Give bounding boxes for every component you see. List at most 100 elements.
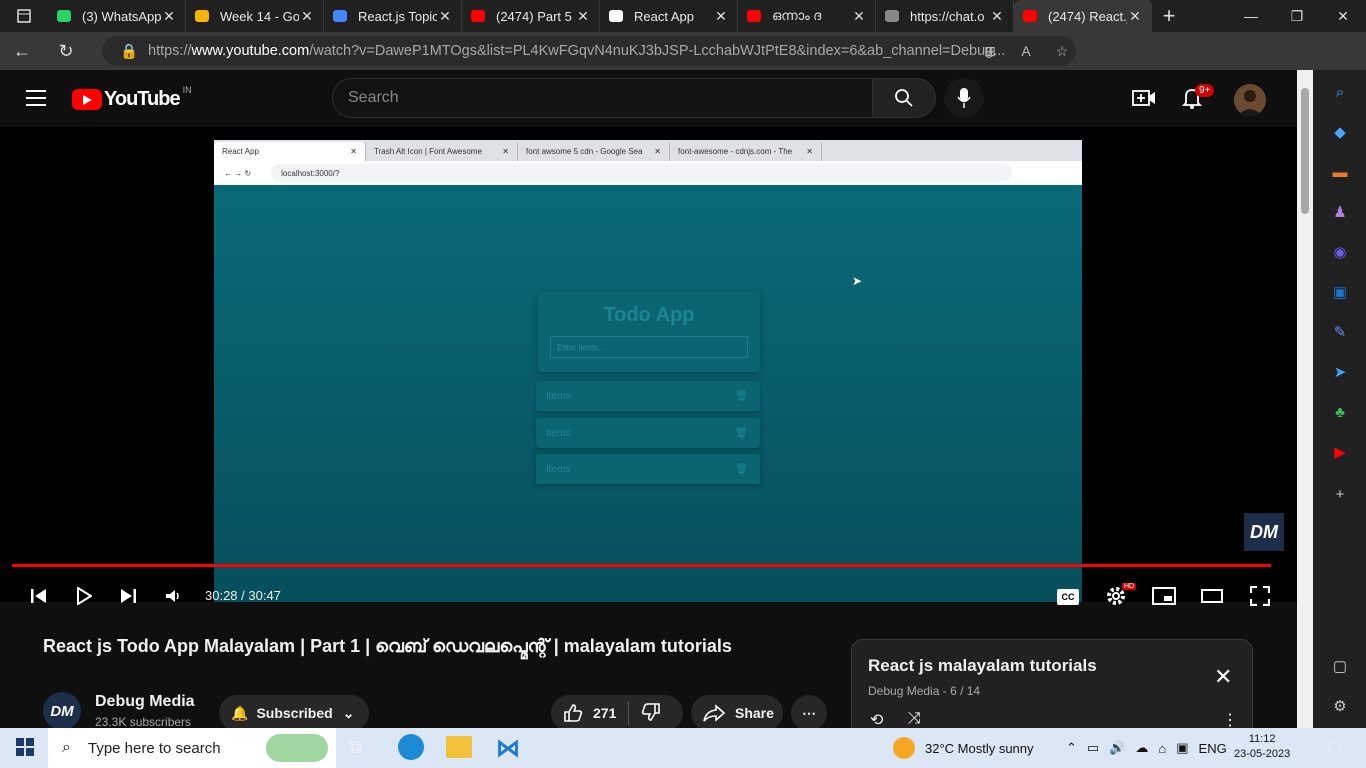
- page-scrollbar[interactable]: [1297, 70, 1313, 728]
- speaker-icon[interactable]: 🔊: [1109, 740, 1125, 756]
- close-tab-icon[interactable]: ✕: [575, 8, 591, 25]
- tools-icon[interactable]: ▬: [1330, 162, 1350, 182]
- new-tab-button[interactable]: +: [1152, 3, 1186, 29]
- clock[interactable]: 11:12 23-05-2023: [1234, 732, 1290, 762]
- read-aloud-icon[interactable]: A: [1008, 43, 1044, 59]
- browser-tab[interactable]: ഒന്നാം ദ ✕: [738, 0, 876, 32]
- like-button[interactable]: 271: [563, 703, 616, 723]
- channel-avatar[interactable]: DM: [43, 692, 81, 728]
- create-video-icon[interactable]: [1132, 86, 1156, 110]
- video-frame[interactable]: React App ✕ Trash Alt Icon | Font Awesome ✕…: [214, 140, 1082, 602]
- notification-center-icon[interactable]: 🗨: [1325, 739, 1344, 757]
- restore-button[interactable]: ❐: [1274, 0, 1320, 32]
- minimize-button[interactable]: —: [1228, 0, 1274, 32]
- subscribed-button[interactable]: 🔔 Subscribed ⌄: [219, 695, 369, 728]
- play-icon[interactable]: [69, 581, 99, 611]
- language-indicator[interactable]: ENG: [1199, 741, 1227, 756]
- browser-tab[interactable]: (2474) React.j ✕: [1014, 0, 1152, 32]
- camera-icon[interactable]: ▣: [1176, 740, 1188, 756]
- scrollbar-thumb[interactable]: [1301, 88, 1309, 214]
- browser-tab[interactable]: Week 14 - Go ✕: [186, 0, 324, 32]
- dislike-button[interactable]: [641, 702, 661, 725]
- chatgpt-icon: [884, 8, 900, 24]
- add-icon[interactable]: +: [1330, 484, 1350, 504]
- close-tab-icon[interactable]: ✕: [989, 8, 1005, 25]
- address-bar[interactable]: 🔒 https://www.youtube.com/watch?v=DaweP1…: [102, 36, 1076, 66]
- browser-tab[interactable]: React App ✕: [600, 0, 738, 32]
- video-url: localhost:3000/?: [281, 168, 340, 178]
- refresh-button[interactable]: ↻: [44, 32, 88, 70]
- close-tab-icon[interactable]: ✕: [437, 8, 453, 25]
- volume-icon[interactable]: [158, 581, 188, 611]
- trash-icon: 🗑: [735, 463, 748, 475]
- edge-taskbar-icon[interactable]: [398, 734, 424, 760]
- playlist-title[interactable]: React js malayalam tutorials: [868, 656, 1097, 676]
- browser-tab[interactable]: React.js Topic ✕: [324, 0, 462, 32]
- network-icon[interactable]: ⌂: [1158, 741, 1166, 756]
- browser-tab[interactable]: (2474) Part 5 ✕: [462, 0, 600, 32]
- captions-icon[interactable]: CC: [1057, 589, 1079, 605]
- shopping-tag-icon[interactable]: ◆: [1330, 122, 1350, 142]
- vscode-icon[interactable]: ⋈: [496, 734, 522, 762]
- mouse-cursor-icon: ➤: [852, 274, 863, 288]
- share-button[interactable]: Share: [691, 695, 783, 728]
- voice-search-button[interactable]: [944, 78, 984, 118]
- battery-icon[interactable]: ▭: [1087, 740, 1099, 756]
- task-view-icon[interactable]: ⧉: [349, 737, 362, 758]
- youtube-icon[interactable]: ▶: [1330, 442, 1350, 462]
- cloud-icon[interactable]: ☁: [1135, 740, 1148, 756]
- youtube-logo[interactable]: YouTube IN: [72, 85, 192, 111]
- hamburger-menu-icon[interactable]: [26, 90, 46, 106]
- shuffle-icon[interactable]: ⤨: [908, 710, 921, 728]
- search-input[interactable]: Search: [332, 78, 873, 118]
- send-icon[interactable]: ➤: [1330, 362, 1350, 382]
- designer-icon[interactable]: ✎: [1330, 322, 1350, 342]
- youtube-icon: [470, 8, 486, 24]
- chevron-up-icon[interactable]: ⌃: [1066, 740, 1077, 756]
- back-button[interactable]: ←: [0, 32, 44, 70]
- fullscreen-icon[interactable]: [1245, 581, 1275, 611]
- theater-mode-icon[interactable]: [1197, 581, 1227, 611]
- close-tab-icon[interactable]: ✕: [1127, 8, 1143, 25]
- browser-tab[interactable]: https://chat.o ✕: [876, 0, 1014, 32]
- search-icon[interactable]: ⌕: [1330, 82, 1350, 102]
- channel-watermark[interactable]: DM: [1244, 513, 1284, 551]
- video-title: React js Todo App Malayalam | Part 1 | വ…: [43, 636, 732, 656]
- taskbar-search-input[interactable]: ⌕ Type here to search: [48, 728, 336, 768]
- player-controls: 30:28 / 30:47 CC HD: [0, 575, 1297, 615]
- playlist-meta: Debug Media - 6 / 14: [868, 684, 981, 698]
- progress-bar[interactable]: [12, 564, 1272, 567]
- previous-video-icon[interactable]: [24, 581, 54, 611]
- close-tab-icon[interactable]: ✕: [161, 8, 177, 25]
- favorite-add-icon[interactable]: ☆: [1044, 43, 1080, 60]
- close-playlist-icon[interactable]: ✕: [1214, 664, 1232, 690]
- settings-gear-icon[interactable]: ⚙: [1330, 696, 1350, 716]
- windows-start-icon[interactable]: [16, 738, 34, 761]
- tree-icon[interactable]: ♣: [1330, 402, 1350, 422]
- channel-name[interactable]: Debug Media: [95, 693, 195, 711]
- games-icon[interactable]: ♟: [1330, 202, 1350, 222]
- windows-taskbar: ⌕ Type here to search ⧉ ⋈ 32°C Mostly su…: [0, 728, 1366, 768]
- weather-widget[interactable]: 32°C Mostly sunny: [893, 728, 1034, 768]
- tab-actions-icon[interactable]: [0, 0, 48, 32]
- playlist-more-icon[interactable]: ⋮: [1222, 710, 1238, 728]
- outlook-icon[interactable]: ▣: [1330, 282, 1350, 302]
- loop-icon[interactable]: ⟲: [870, 710, 883, 728]
- close-tab-icon[interactable]: ✕: [299, 8, 315, 25]
- miniplayer-icon[interactable]: [1149, 581, 1179, 611]
- account-avatar[interactable]: [1234, 84, 1266, 116]
- search-button[interactable]: [872, 78, 936, 118]
- more-actions-button[interactable]: ⋯: [791, 695, 827, 728]
- video-player[interactable]: React App ✕ Trash Alt Icon | Font Awesome ✕…: [0, 127, 1297, 606]
- youtube-icon: [746, 8, 762, 24]
- close-window-button[interactable]: ✕: [1320, 0, 1366, 32]
- app-available-icon[interactable]: ⊞: [972, 43, 1008, 60]
- office-icon[interactable]: ◉: [1330, 242, 1350, 262]
- close-tab-icon[interactable]: ✕: [851, 8, 867, 25]
- sidebar-toggle-icon[interactable]: ▢: [1330, 656, 1350, 676]
- browser-tab[interactable]: (3) WhatsApp ✕: [48, 0, 186, 32]
- close-tab-icon[interactable]: ✕: [713, 8, 729, 25]
- next-video-icon[interactable]: [113, 581, 143, 611]
- like-count: 271: [593, 705, 617, 721]
- file-explorer-icon[interactable]: [446, 736, 472, 758]
